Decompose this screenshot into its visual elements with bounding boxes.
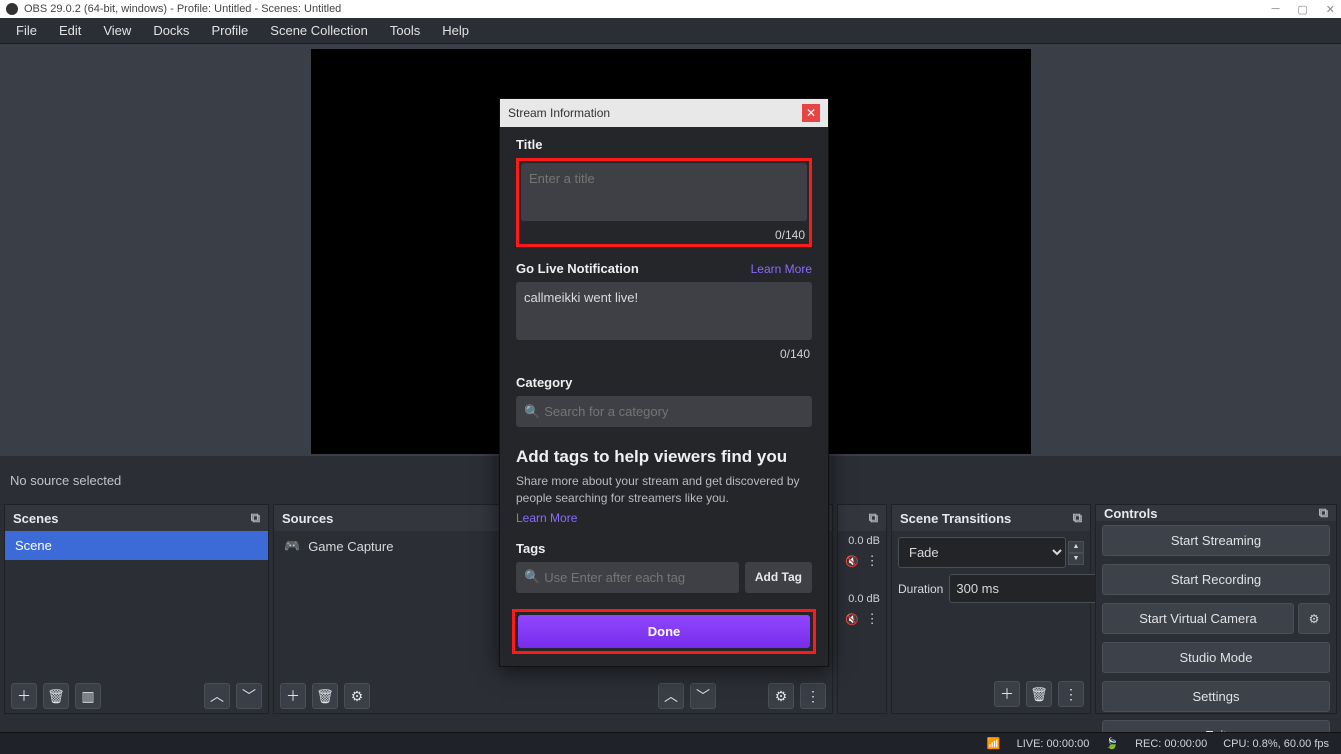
status-bar: 📶 LIVE: 00:00:00 🍃 REC: 00:00:00 CPU: 0.… [0,732,1341,754]
stream-information-dialog: Stream Information ✕ Title 0/140 Go Live… [499,98,829,667]
scene-filter-button[interactable]: ▥ [75,683,101,709]
controls-title: Controls [1104,506,1157,521]
scene-down-button[interactable]: ﹀ [236,683,262,709]
gear-icon: ⚙ [1309,612,1320,626]
transition-menu-button[interactable]: ⋮ [1058,681,1084,707]
menu-profile[interactable]: Profile [201,19,258,42]
menu-file[interactable]: File [6,19,47,42]
window-close-button[interactable]: ✕ [1326,3,1335,16]
search-icon: 🔍 [524,569,540,585]
source-down-button[interactable]: ﹀ [690,683,716,709]
menu-bar: File Edit View Docks Profile Scene Colle… [0,18,1341,44]
source-up-button[interactable]: ︿ [658,683,684,709]
menu-help[interactable]: Help [432,19,479,42]
menu-edit[interactable]: Edit [49,19,91,42]
kebab-icon[interactable]: ⋮ [866,611,879,627]
add-tag-button[interactable]: Add Tag [745,562,812,593]
cpu-status: CPU: 0.8%, 60.00 fps [1223,738,1329,750]
obs-logo-icon [6,3,18,15]
add-scene-button[interactable]: ＋ [11,683,37,709]
scene-transitions-dock: Scene Transitions ⧉ Fade ▲ ▼ Duration ▲ … [891,504,1091,714]
audio-advanced-button[interactable]: ⚙ [768,683,794,709]
transitions-title: Scene Transitions [900,511,1011,526]
golive-notification-input[interactable] [516,282,812,340]
scene-up-button[interactable]: ︿ [204,683,230,709]
learn-more-link[interactable]: Learn More [751,262,812,276]
settings-button[interactable]: Settings [1102,681,1330,712]
no-source-label: No source selected [8,473,121,488]
source-properties-button[interactable]: ⚙ [344,683,370,709]
popout-icon[interactable]: ⧉ [869,510,878,526]
start-virtual-camera-button[interactable]: Start Virtual Camera [1102,603,1294,634]
menu-docks[interactable]: Docks [143,19,199,42]
kebab-icon[interactable]: ⋮ [866,553,879,569]
title-counter: 0/140 [521,224,807,242]
source-label: Game Capture [308,539,393,554]
scene-item[interactable]: Scene [5,531,268,560]
tags-input[interactable] [540,562,731,593]
controls-dock: Controls ⧉ Start Streaming Start Recordi… [1095,504,1337,714]
audio-menu-button[interactable]: ⋮ [800,683,826,709]
audio-db-2: 0.0 dB [838,589,886,609]
gamepad-icon: 🎮 [284,538,300,554]
audio-mixer-dock: ⧉ 0.0 dB 🔇 ⋮ 0.0 dB 🔇 ⋮ [837,504,887,714]
duration-label: Duration [898,582,943,596]
sources-title: Sources [282,511,333,526]
tags-heading: Add tags to help viewers find you [516,447,812,467]
stream-title-input[interactable] [521,163,807,221]
chevron-down-icon[interactable]: ▼ [1068,553,1084,565]
window-minimize-button[interactable]: ─ [1272,3,1280,16]
mute-icon[interactable]: 🔇 [845,613,859,626]
virtual-camera-settings-button[interactable]: ⚙ [1298,603,1330,634]
done-highlight: Done [512,609,816,654]
tags-label: Tags [516,541,812,556]
leaf-icon: 🍃 [1105,737,1119,750]
start-streaming-button[interactable]: Start Streaming [1102,525,1330,556]
close-icon[interactable]: ✕ [802,104,820,122]
remove-transition-button[interactable]: 🗑 [1026,681,1052,707]
add-transition-button[interactable]: ＋ [994,681,1020,707]
window-maximize-button[interactable]: ▢ [1297,3,1307,16]
add-source-button[interactable]: ＋ [280,683,306,709]
title-label: Title [516,137,812,152]
mute-icon[interactable]: 🔇 [845,555,859,568]
title-highlight: 0/140 [516,158,812,247]
studio-mode-button[interactable]: Studio Mode [1102,642,1330,673]
popout-icon[interactable]: ⧉ [1073,510,1082,526]
tags-description: Share more about your stream and get dis… [516,473,812,507]
popout-icon[interactable]: ⧉ [251,510,260,526]
rec-status: REC: 00:00:00 [1135,738,1207,750]
golive-counter: 0/140 [516,343,812,361]
category-search-input[interactable] [540,396,804,427]
golive-label: Go Live Notification [516,261,639,276]
remove-scene-button[interactable]: 🗑 [43,683,69,709]
window-title: OBS 29.0.2 (64-bit, windows) - Profile: … [24,3,341,15]
network-icon: 📶 [987,737,1001,750]
search-icon: 🔍 [524,404,540,420]
audio-db-1: 0.0 dB [838,531,886,551]
category-label: Category [516,375,812,390]
done-button[interactable]: Done [518,615,810,648]
window-titlebar: OBS 29.0.2 (64-bit, windows) - Profile: … [0,0,1341,18]
start-recording-button[interactable]: Start Recording [1102,564,1330,595]
live-status: LIVE: 00:00:00 [1017,738,1090,750]
dialog-title: Stream Information [508,106,610,120]
menu-view[interactable]: View [93,19,141,42]
chevron-up-icon[interactable]: ▲ [1068,541,1084,553]
tags-learn-more-link[interactable]: Learn More [516,511,577,525]
remove-source-button[interactable]: 🗑 [312,683,338,709]
scenes-dock: Scenes ⧉ Scene ＋ 🗑 ▥ ︿ ﹀ [4,504,269,714]
menu-scene-collection[interactable]: Scene Collection [260,19,378,42]
popout-icon[interactable]: ⧉ [1319,505,1328,521]
scenes-title: Scenes [13,511,59,526]
menu-tools[interactable]: Tools [380,19,430,42]
transition-select[interactable]: Fade [898,537,1066,568]
